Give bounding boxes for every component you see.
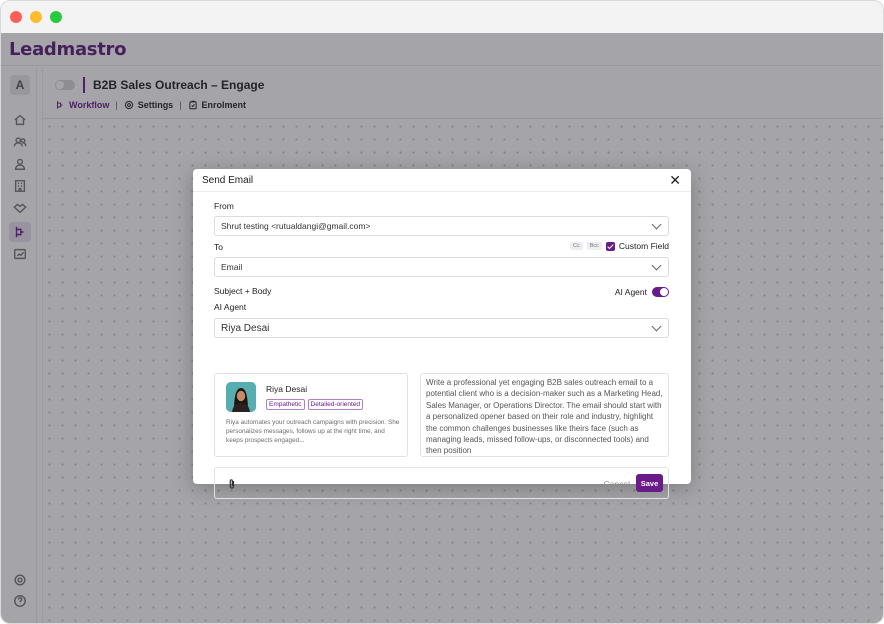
ai-agent-select[interactable]: Riya Desai [214, 318, 669, 338]
agent-tag: Detailed-oriented [307, 399, 364, 410]
browser-window: Leadmastro A B2B Sales Outreach – Engage… [0, 0, 884, 624]
ai-agent-value: Riya Desai [221, 322, 270, 334]
custom-field-checkbox[interactable] [605, 241, 615, 251]
bcc-button[interactable]: Bcc [586, 242, 602, 250]
to-options: Cc Bcc Custom Field [570, 241, 669, 251]
from-select[interactable]: Shrut testing <rutualdangi@gmail.com> [214, 216, 669, 236]
maximize-window-button[interactable] [50, 11, 62, 23]
agent-name: Riya Desai [266, 384, 308, 394]
minimize-window-button[interactable] [30, 11, 42, 23]
agent-avatar [226, 382, 256, 412]
subject-body-label: Subject + Body [214, 286, 272, 296]
paperclip-icon[interactable] [228, 478, 236, 490]
chevron-down-icon [651, 260, 662, 271]
to-value: Email [221, 262, 243, 272]
to-select[interactable]: Email [214, 257, 669, 277]
from-value: Shrut testing <rutualdangi@gmail.com> [221, 221, 371, 231]
modal-footer: Cancel Save [214, 467, 669, 499]
modal-header: Send Email ✕ [193, 169, 691, 192]
save-button[interactable]: Save [636, 474, 663, 492]
agent-tags: Empathetic Detailed-oriented [266, 399, 364, 410]
cc-button[interactable]: Cc [570, 242, 583, 250]
close-window-button[interactable] [10, 11, 22, 23]
agent-tag: Empathetic [266, 399, 305, 410]
modal-title: Send Email [202, 174, 254, 186]
prompt-textarea[interactable]: Write a professional yet engaging B2B sa… [420, 373, 669, 457]
ai-agent-toggle-label: AI Agent [614, 287, 647, 297]
close-icon[interactable]: ✕ [669, 173, 681, 187]
ai-agent-label: AI Agent [214, 302, 247, 312]
cancel-button[interactable]: Cancel [604, 479, 630, 489]
agent-description: Riya automates your outreach campaigns w… [226, 419, 400, 444]
window-titlebar [1, 1, 883, 33]
custom-field-label: Custom Field [618, 241, 669, 251]
send-email-modal: Send Email ✕ From Shrut testing <rutuald… [193, 169, 691, 499]
ai-agent-toggle-row: AI Agent [615, 287, 669, 297]
to-label: To [214, 242, 223, 252]
chevron-down-icon [651, 321, 662, 332]
from-label: From [214, 201, 234, 211]
agent-card: Riya Desai Empathetic Detailed-oriented … [214, 373, 408, 457]
ai-agent-toggle[interactable] [652, 287, 669, 297]
chevron-down-icon [651, 219, 662, 230]
